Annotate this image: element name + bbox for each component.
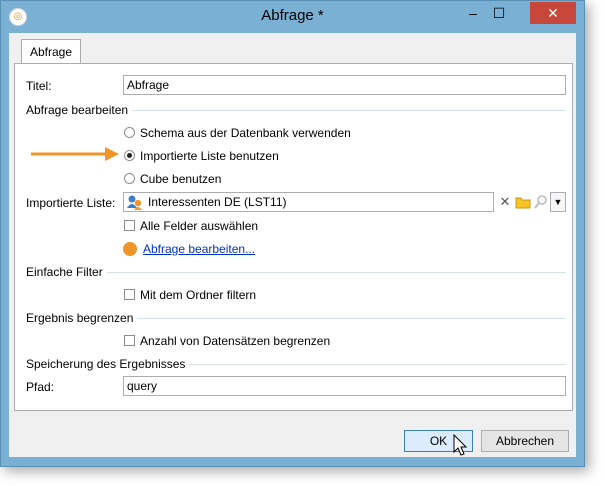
section-storage-label: Speicherung des Ergebnisses [26, 357, 190, 371]
radio-schema[interactable] [124, 127, 135, 138]
title-input[interactable]: Abfrage [123, 75, 566, 95]
dialog-window: ◎ Abfrage * – ☐ ✕ Abfrage Titel: Abfrage… [0, 0, 585, 467]
tab-panel: Titel: Abfrage Abfrage bearbeiten Schema… [14, 63, 573, 411]
radio-cube-label[interactable]: Cube benutzen [140, 172, 221, 186]
radio-cube[interactable] [124, 173, 135, 184]
section-edit-query: Abfrage bearbeiten [26, 103, 566, 117]
checkbox-folder-filter[interactable] [124, 289, 135, 300]
edit-query-icon [123, 242, 137, 256]
list-people-icon [127, 195, 142, 210]
imported-list-label: Importierte Liste: [26, 196, 116, 210]
minimize-button[interactable]: – [460, 2, 486, 24]
path-input[interactable]: query [123, 376, 566, 396]
checkbox-all-fields[interactable] [124, 220, 135, 231]
mouse-cursor-icon [453, 434, 468, 456]
title-label: Titel: [26, 79, 52, 93]
section-storage: Speicherung des Ergebnisses [26, 357, 566, 371]
section-simple-filter: Einfache Filter [26, 265, 566, 279]
edit-query-link[interactable]: Abfrage bearbeiten... [143, 242, 255, 256]
clear-icon[interactable]: ✕ [497, 194, 513, 210]
cancel-button[interactable]: Abbrechen [481, 430, 569, 452]
radio-imported-list[interactable] [124, 150, 135, 161]
imported-list-value: Interessenten DE (LST11) [148, 195, 287, 209]
section-limit-result-label: Ergebnis begrenzen [26, 311, 138, 325]
radio-schema-label[interactable]: Schema aus der Datenbank verwenden [140, 126, 351, 140]
section-edit-query-label: Abfrage bearbeiten [26, 103, 133, 117]
section-simple-filter-label: Einfache Filter [26, 265, 107, 279]
dialog-client-area: Abfrage Titel: Abfrage Abfrage bearbeite… [9, 33, 576, 457]
close-button[interactable]: ✕ [530, 2, 576, 24]
tab-abfrage[interactable]: Abfrage [21, 39, 81, 64]
chevron-down-icon[interactable]: ▼ [550, 192, 566, 212]
imported-list-input[interactable]: Interessenten DE (LST11) [123, 192, 494, 212]
arrow-pointer-icon [31, 147, 119, 161]
maximize-button[interactable]: ☐ [486, 2, 512, 24]
section-limit-result: Ergebnis begrenzen [26, 311, 566, 325]
checkbox-limit-records[interactable] [124, 335, 135, 346]
checkbox-all-fields-label[interactable]: Alle Felder auswählen [140, 219, 258, 233]
search-icon[interactable] [533, 194, 549, 210]
path-label: Pfad: [26, 380, 55, 394]
title-bar[interactable]: ◎ Abfrage * – ☐ ✕ [1, 1, 584, 33]
checkbox-limit-records-label[interactable]: Anzahl von Datensätzen begrenzen [140, 334, 330, 348]
radio-imported-list-label[interactable]: Importierte Liste benutzen [140, 149, 279, 163]
folder-icon[interactable] [515, 195, 531, 209]
checkbox-folder-filter-label[interactable]: Mit dem Ordner filtern [140, 288, 256, 302]
